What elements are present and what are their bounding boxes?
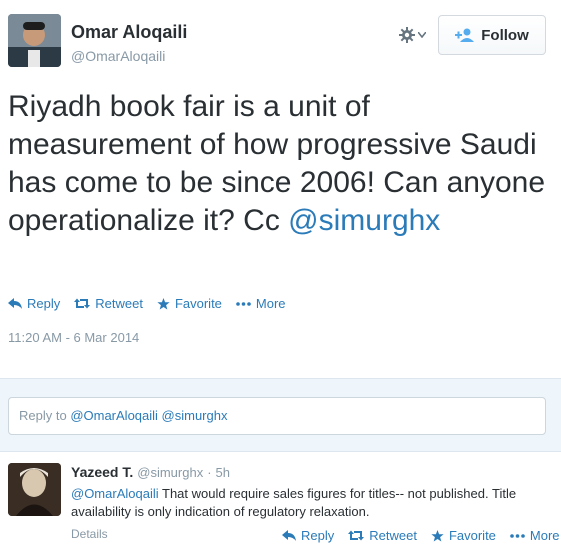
reply-header: Yazeed T. @simurghx · 5h xyxy=(71,464,230,480)
reply-button[interactable]: Reply xyxy=(8,296,60,311)
reply-input[interactable]: Reply to @OmarAloqaili @simurghx xyxy=(8,397,546,435)
add-user-icon xyxy=(455,28,475,42)
reply-fullname[interactable]: Yazeed T. xyxy=(71,464,133,480)
more-label: More xyxy=(529,528,560,543)
favorite-button[interactable]: Favorite xyxy=(431,528,496,543)
tweet-body: Riyadh book fair is a unit of measuremen… xyxy=(8,90,546,237)
details-link[interactable]: Details xyxy=(71,527,108,541)
more-dots-icon xyxy=(510,533,525,538)
reply-tweet-actions: Reply Retweet Favorite More xyxy=(282,528,560,543)
reply-icon xyxy=(282,530,296,541)
retweet-label: Retweet xyxy=(95,296,143,311)
star-icon xyxy=(157,297,170,309)
tweet-actions: Reply Retweet Favorite More xyxy=(8,296,286,311)
reply-label: Reply xyxy=(301,528,335,543)
reply-icon xyxy=(8,298,22,309)
favorite-label: Favorite xyxy=(174,296,222,311)
follow-button[interactable]: Follow xyxy=(438,15,546,55)
retweet-icon xyxy=(348,530,365,541)
avatar[interactable] xyxy=(8,14,61,67)
reply-handle[interactable]: @simurghx xyxy=(137,465,203,480)
favorite-button[interactable]: Favorite xyxy=(157,296,222,311)
user-actions-dropdown[interactable] xyxy=(399,25,433,45)
reply-text: @OmarAloqaili That would require sales f… xyxy=(71,485,551,521)
mention-link[interactable]: @simurghx xyxy=(288,204,440,237)
reply-area: Reply to @OmarAloqaili @simurghx xyxy=(0,378,561,452)
user-fullname[interactable]: Omar Aloqaili xyxy=(71,22,187,43)
more-button[interactable]: More xyxy=(236,296,286,311)
follow-label: Follow xyxy=(481,26,529,44)
more-label: More xyxy=(255,296,286,311)
reply-mentions: @OmarAloqaili @simurghx xyxy=(70,408,228,423)
favorite-label: Favorite xyxy=(448,528,496,543)
reply-label: Reply xyxy=(27,296,61,311)
retweet-button[interactable]: Retweet xyxy=(348,528,417,543)
user-handle[interactable]: @OmarAloqaili xyxy=(71,48,165,64)
chevron-down-icon xyxy=(418,32,426,38)
more-dots-icon xyxy=(236,301,251,306)
retweet-button[interactable]: Retweet xyxy=(74,296,143,311)
tweet-text: Riyadh book fair is a unit of measuremen… xyxy=(8,88,553,240)
profile-photo-icon xyxy=(8,14,61,67)
reply-prefix: Reply to xyxy=(19,408,71,423)
more-button[interactable]: More xyxy=(510,528,560,543)
retweet-label: Retweet xyxy=(369,528,417,543)
reply-tweet: Yazeed T. @simurghx · 5h @OmarAloqaili T… xyxy=(0,452,561,552)
retweet-icon xyxy=(74,298,91,309)
star-icon xyxy=(431,529,444,541)
gear-icon xyxy=(399,27,415,43)
reply-avatar[interactable] xyxy=(8,463,61,516)
tweet-timestamp[interactable]: 11:20 AM - 6 Mar 2014 xyxy=(8,330,139,345)
profile-photo-icon xyxy=(8,463,61,516)
reply-mention-link[interactable]: @OmarAloqaili xyxy=(71,486,159,501)
reply-time[interactable]: 5h xyxy=(216,465,230,480)
main-tweet: Omar Aloqaili @OmarAloqaili Follow Riyad… xyxy=(0,0,561,378)
reply-button[interactable]: Reply xyxy=(282,528,334,543)
reply-separator: · xyxy=(207,465,212,480)
